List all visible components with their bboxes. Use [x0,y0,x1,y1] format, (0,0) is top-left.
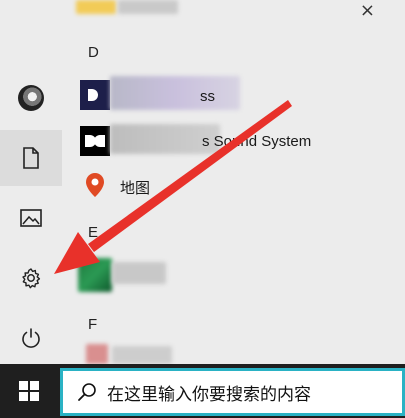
pictures-button[interactable] [0,190,62,246]
dolby-dark-icon [80,80,110,110]
picture-icon [20,209,42,227]
app-list: × D ss s Sound System 地图 E F [62,0,405,364]
windows-logo-icon [19,381,39,401]
green-app-icon [78,258,112,292]
search-icon [78,383,96,401]
section-letter-d[interactable]: D [88,44,99,61]
section-letter-e[interactable]: E [88,224,98,241]
document-icon [23,147,39,169]
power-button[interactable] [0,310,62,366]
app-label: ss [200,88,215,105]
taskbar: 在这里输入你要搜索的内容 [0,364,405,418]
blurred-app-label [110,76,240,110]
blurred-app-label [112,262,166,284]
maps-pin-icon [80,170,110,200]
blurred-app-label [112,346,172,364]
user-account-button[interactable] [0,70,62,126]
gear-icon [22,268,41,289]
dolby-logo-icon [80,126,110,156]
blurred-app-icon [76,0,116,14]
app-label: s Sound System [202,133,312,150]
blurred-app-label [118,0,178,14]
section-letter-f[interactable]: F [88,316,97,333]
app-label: 地图 [120,180,151,197]
start-button[interactable] [0,364,58,418]
avatar [18,85,44,111]
documents-button[interactable] [0,130,62,186]
power-icon [22,328,40,348]
close-icon[interactable]: × [360,0,375,21]
start-rail [0,0,62,364]
search-input[interactable]: 在这里输入你要搜索的内容 [107,380,311,405]
settings-button[interactable] [0,250,62,306]
red-app-icon [86,344,108,364]
search-box[interactable]: 在这里输入你要搜索的内容 [60,368,405,416]
